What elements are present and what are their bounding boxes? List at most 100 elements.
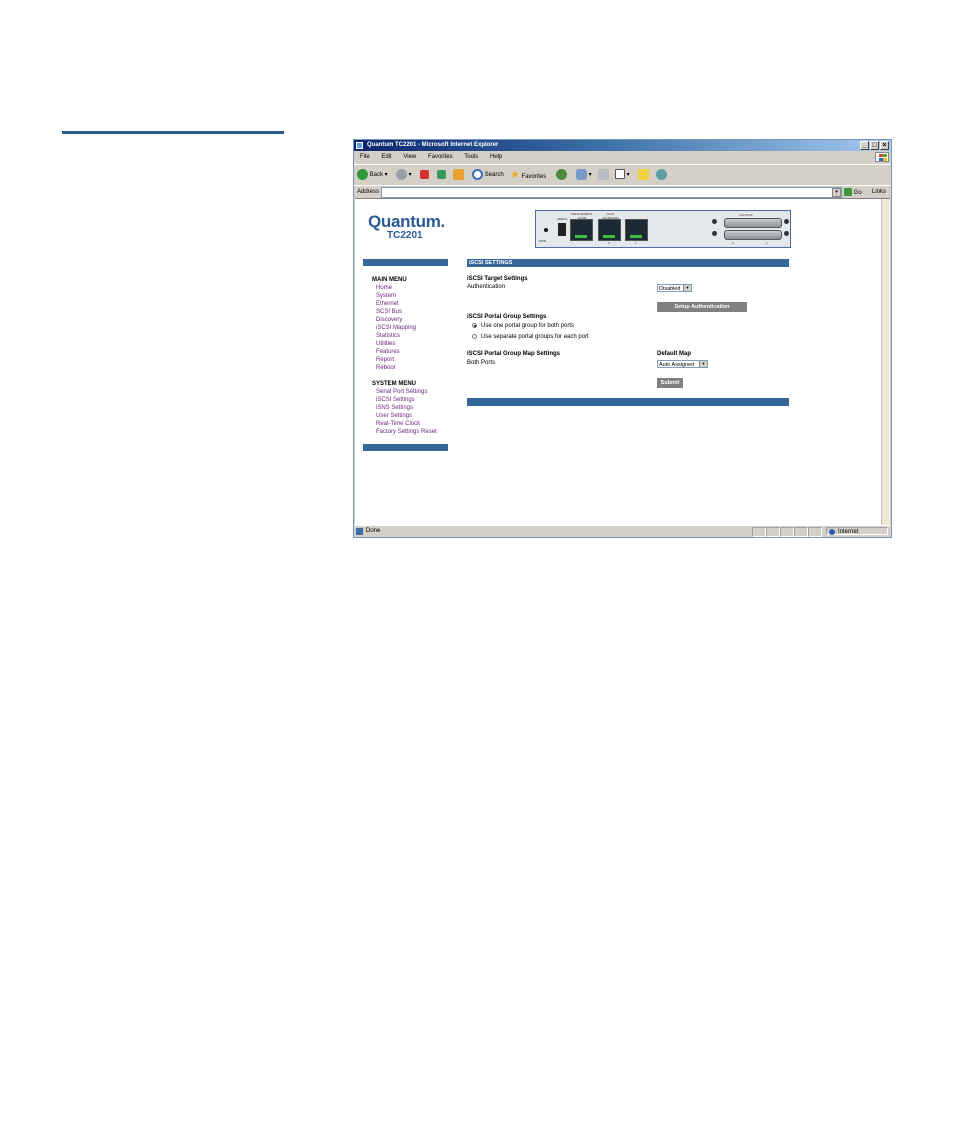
stop-button[interactable] [420, 169, 429, 181]
search-button[interactable]: Search [472, 169, 504, 181]
home-button[interactable] [453, 169, 464, 181]
sidebar-item-iscsi-settings[interactable]: iSCSI Settings [376, 397, 415, 403]
sidebar-top-bar [363, 259, 448, 266]
status-cell [766, 527, 780, 537]
model-name: TC2201 [387, 230, 423, 241]
minimize-button[interactable]: _ [860, 141, 869, 150]
links-button[interactable]: Links [872, 186, 886, 198]
edit-document-icon [615, 169, 625, 180]
maximize-button[interactable]: □ [870, 141, 879, 150]
page-viewport: Quantum. TC2201 PWR SERIAL MANAGEMENT 10… [355, 198, 890, 526]
sidebar-item-report[interactable]: Report [376, 357, 394, 363]
sidebar-item-isns-settings[interactable]: iSNS Settings [376, 405, 413, 411]
default-map-select[interactable]: Auto Assigned ▼ [657, 360, 708, 368]
sidebar-item-reboot[interactable]: Reboot [376, 365, 395, 371]
chevron-down-icon: ▼ [683, 285, 691, 291]
sidebar-item-iscsi-mapping[interactable]: iSCSI Mapping [376, 325, 416, 331]
favorites-button[interactable]: ★ Favorites [510, 169, 546, 183]
star-icon: ★ [510, 169, 520, 181]
section-header: iSCSI SETTINGS [467, 259, 789, 267]
search-icon [472, 169, 483, 180]
status-text: Done [366, 528, 381, 534]
menu-edit[interactable]: Edit [381, 154, 391, 160]
iscsi-port-1-label: 1 [635, 241, 637, 245]
main-menu-title: MAIN MENU [372, 277, 407, 283]
chevron-down-icon: ▼ [699, 361, 707, 367]
authentication-select[interactable]: Disabled ▼ [657, 284, 692, 292]
both-ports-label: Both Ports [467, 360, 496, 366]
status-cell [794, 527, 808, 537]
sidebar-item-scsi-bus[interactable]: SCSI Bus [376, 309, 402, 315]
title-bar[interactable]: Quantum TC2201 - Microsoft Internet Expl… [354, 140, 891, 151]
window-title: Quantum TC2201 - Microsoft Internet Expl… [367, 142, 499, 148]
mail-button[interactable]: ▾ [576, 169, 592, 181]
scsi-connector-0 [724, 218, 782, 228]
close-button[interactable]: × [880, 141, 889, 150]
scsi-label: LVD SCSI [739, 213, 753, 217]
discuss-button[interactable] [638, 169, 649, 181]
sidebar-item-real-time-clock[interactable]: Real-Time Clock [376, 421, 420, 427]
menu-favorites[interactable]: Favorites [428, 154, 453, 160]
sidebar-item-statistics[interactable]: Statistics [376, 333, 400, 339]
portal-group-settings-title: iSCSI Portal Group Settings [467, 314, 547, 320]
sidebar-item-factory-settings-reset[interactable]: Factory Settings Reset [376, 429, 437, 435]
refresh-icon [437, 169, 446, 179]
sidebar-bottom-bar [363, 444, 448, 451]
note-icon [638, 169, 649, 180]
toolbar: Back ▾ ▾ Search ★ Favorites ▾ ▾ [354, 164, 891, 185]
serial-port [558, 223, 566, 236]
sidebar-item-ethernet[interactable]: Ethernet [376, 301, 399, 307]
windows-logo-icon [875, 152, 889, 162]
target-settings-title: iSCSI Target Settings [467, 276, 528, 282]
setup-authentication-button[interactable]: Setup Authentication [657, 302, 747, 312]
sidebar-item-home[interactable]: Home [376, 285, 392, 291]
browser-window: Quantum TC2201 - Microsoft Internet Expl… [353, 139, 892, 538]
one-portal-group-radio[interactable] [472, 323, 477, 328]
refresh-button[interactable] [437, 169, 446, 181]
history-button[interactable] [556, 169, 567, 181]
submit-button[interactable]: Submit [657, 378, 683, 388]
menu-view[interactable]: View [403, 154, 416, 160]
scsi-connector-1 [724, 230, 782, 240]
scsi-1-label: 1 [766, 241, 768, 245]
screw [784, 231, 789, 236]
messenger-icon [656, 169, 667, 180]
address-input[interactable] [381, 187, 842, 198]
screw [712, 231, 717, 236]
print-icon [598, 169, 609, 180]
sidebar-item-features[interactable]: Features [376, 349, 400, 355]
sidebar-item-user-settings[interactable]: User Settings [376, 413, 412, 419]
print-button[interactable] [598, 169, 609, 181]
security-zone: Internet [826, 527, 888, 535]
separate-portal-groups-radio[interactable] [472, 334, 477, 339]
status-cell [808, 527, 822, 537]
management-port [570, 219, 593, 241]
portal-group-map-title: iSCSI Portal Group Map Settings [467, 351, 561, 357]
edit-button[interactable]: ▾ [615, 169, 630, 181]
iscsi-port-0-label: 0 [608, 241, 610, 245]
forward-button[interactable]: ▾ [396, 169, 412, 181]
quantum-logo: Quantum. [368, 212, 445, 231]
go-arrow-icon [844, 188, 852, 197]
messenger-button[interactable] [656, 169, 667, 181]
page-icon [356, 528, 363, 535]
vertical-scrollbar[interactable] [881, 199, 890, 526]
sidebar-item-discovery[interactable]: Discovery [376, 317, 402, 323]
screw [712, 219, 717, 224]
ie-icon [356, 142, 363, 149]
menu-file[interactable]: File [360, 154, 370, 160]
sidebar-item-utilities[interactable]: Utilities [376, 341, 395, 347]
history-icon [556, 169, 567, 180]
address-dropdown-icon[interactable]: ▾ [832, 188, 841, 197]
menu-help[interactable]: Help [490, 154, 502, 160]
pwr-label: PWR [539, 239, 546, 243]
separate-portal-groups-label: Use separate portal groups for each port [481, 334, 589, 340]
status-bar: Done Internet [354, 525, 891, 537]
sidebar-item-system[interactable]: System [376, 293, 396, 299]
menu-tools[interactable]: Tools [464, 154, 478, 160]
power-led [544, 228, 548, 232]
serial-label: SERIAL [557, 217, 568, 221]
menu-bar: File Edit View Favorites Tools Help [354, 152, 891, 163]
back-button[interactable]: Back ▾ [357, 169, 388, 181]
sidebar-item-serial-port-settings[interactable]: Serial Port Settings [376, 389, 427, 395]
